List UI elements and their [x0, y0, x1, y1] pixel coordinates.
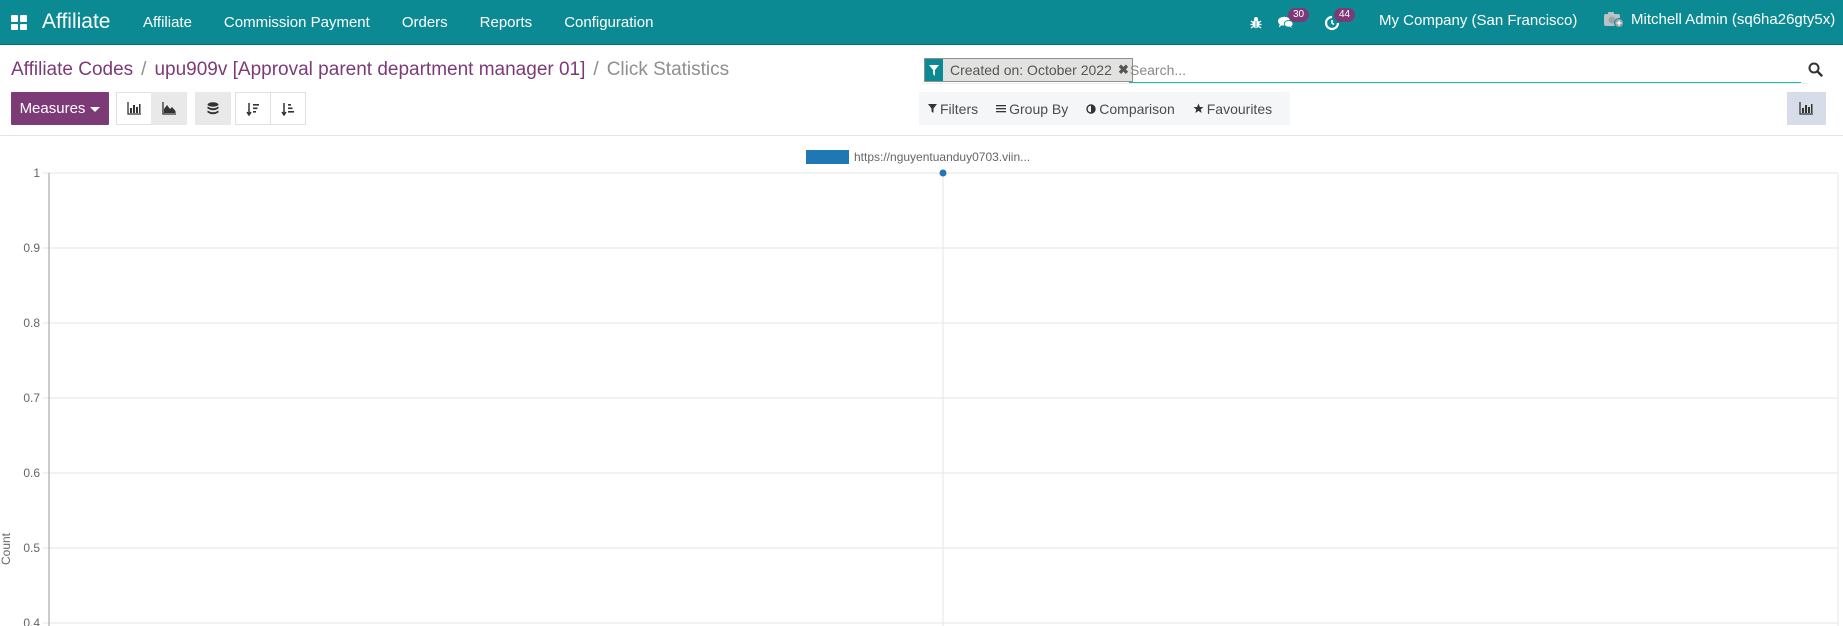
y-tick-label: 0.6 — [23, 466, 40, 480]
comparison-label: Comparison — [1099, 100, 1175, 117]
menu-item-configuration[interactable]: Configuration — [548, 0, 669, 45]
caret-down-icon — [90, 107, 101, 112]
adjust-icon — [1086, 103, 1096, 114]
filter-icon — [928, 104, 937, 113]
comparison-button[interactable]: Comparison — [1086, 100, 1175, 117]
bar-chart-icon — [1799, 102, 1813, 115]
menu-item-affiliate[interactable]: Affiliate — [143, 0, 208, 45]
sort-descending-button[interactable] — [235, 92, 271, 125]
menu-item-reports[interactable]: Reports — [464, 0, 549, 45]
user-menu[interactable]: Mitchell Admin (sq6ha26gty5x) — [1603, 10, 1835, 28]
filter-icon — [925, 59, 943, 81]
group-by-label: Group By — [1009, 100, 1069, 117]
y-tick-label: 0.7 — [23, 391, 40, 405]
bars-icon — [996, 105, 1007, 113]
stacked-group — [195, 92, 231, 125]
series — [939, 169, 947, 177]
avatar — [1604, 12, 1624, 28]
search-divider — [922, 83, 1808, 84]
bar-chart-button[interactable] — [116, 92, 152, 125]
app-brand[interactable]: Affiliate — [42, 10, 111, 34]
database-icon — [207, 101, 219, 114]
activities-button[interactable]: 44 — [1324, 7, 1356, 31]
y-tick-label: 0.9 — [23, 241, 40, 255]
grid-lines — [43, 172, 1839, 626]
search-input[interactable] — [1129, 58, 1801, 83]
graph-view-button[interactable] — [1787, 92, 1826, 125]
search-options-bar: Filters Group By Comparison Favourites — [919, 92, 1290, 125]
filters-button[interactable]: Filters — [928, 101, 978, 117]
measures-label: Measures — [19, 100, 86, 117]
bar-chart-icon — [126, 102, 141, 115]
menu-item-orders[interactable]: Orders — [386, 0, 464, 45]
data-point[interactable] — [939, 169, 947, 177]
y-tick-label: 0.4 — [23, 616, 40, 626]
sort-ascending-icon — [281, 102, 294, 116]
apps-grid-icon[interactable] — [11, 15, 27, 30]
search-facet: Created on: October 2022 ✖ — [924, 58, 1133, 82]
search-icon[interactable] — [1808, 62, 1824, 78]
legend-label[interactable]: https://nguyentuanduy0703.viin... — [854, 150, 1030, 164]
messages-badge: 30 — [1288, 7, 1310, 22]
sort-ascending-button[interactable] — [270, 92, 306, 125]
chart-type-group — [116, 92, 187, 125]
area-chart-icon — [161, 102, 176, 115]
messages-button[interactable]: 30 — [1278, 7, 1310, 31]
breadcrumb-current: Click Statistics — [606, 59, 730, 80]
company-switcher[interactable]: My Company (San Francisco) — [1379, 12, 1577, 29]
legend: https://nguyentuanduy0703.viin... — [806, 150, 1030, 164]
line-chart-button[interactable] — [151, 92, 187, 125]
y-axis-title: Count — [0, 532, 13, 565]
bug-icon[interactable] — [1248, 15, 1264, 31]
activities-badge: 44 — [1334, 7, 1356, 22]
breadcrumb-separator: / — [593, 59, 599, 80]
main-menu: Affiliate Commission Payment Orders Repo… — [143, 0, 669, 45]
group-by-button[interactable]: Group By — [996, 101, 1068, 117]
stacked-button[interactable] — [195, 92, 231, 125]
favourites-button[interactable]: Favourites — [1193, 101, 1272, 117]
breadcrumb-separator: / — [141, 59, 147, 80]
y-tick-label: 1 — [33, 166, 40, 180]
y-tick-label: 0.5 — [23, 541, 40, 555]
y-axis: 1 0.9 0.8 0.7 0.6 0.5 0.4 Count — [0, 166, 50, 626]
favourites-label: Favourites — [1206, 100, 1273, 117]
y-tick-label: 0.8 — [23, 316, 40, 330]
star-icon — [1193, 103, 1204, 113]
sort-descending-icon — [246, 102, 259, 116]
legend-swatch[interactable] — [806, 150, 849, 164]
sort-group — [235, 92, 306, 125]
breadcrumb-affiliate-codes[interactable]: Affiliate Codes — [11, 59, 133, 81]
filters-label: Filters — [940, 100, 979, 117]
breadcrumb-affiliate-code-record[interactable]: upu909v [Approval parent department mana… — [154, 59, 585, 81]
top-navbar: Affiliate Affiliate Commission Payment O… — [0, 0, 1843, 45]
menu-item-commission-payment[interactable]: Commission Payment — [208, 0, 386, 45]
measures-button[interactable]: Measures — [11, 92, 109, 125]
line-chart: 1 0.9 0.8 0.7 0.6 0.5 0.4 Count https://nguyent… — [0, 150, 1839, 626]
user-name: Mitchell Admin (sq6ha26gty5x) — [1631, 10, 1836, 28]
facet-label: Created on: October 2022 — [950, 62, 1112, 78]
breadcrumb: Affiliate Codes / upu909v [Approval pare… — [11, 59, 729, 81]
